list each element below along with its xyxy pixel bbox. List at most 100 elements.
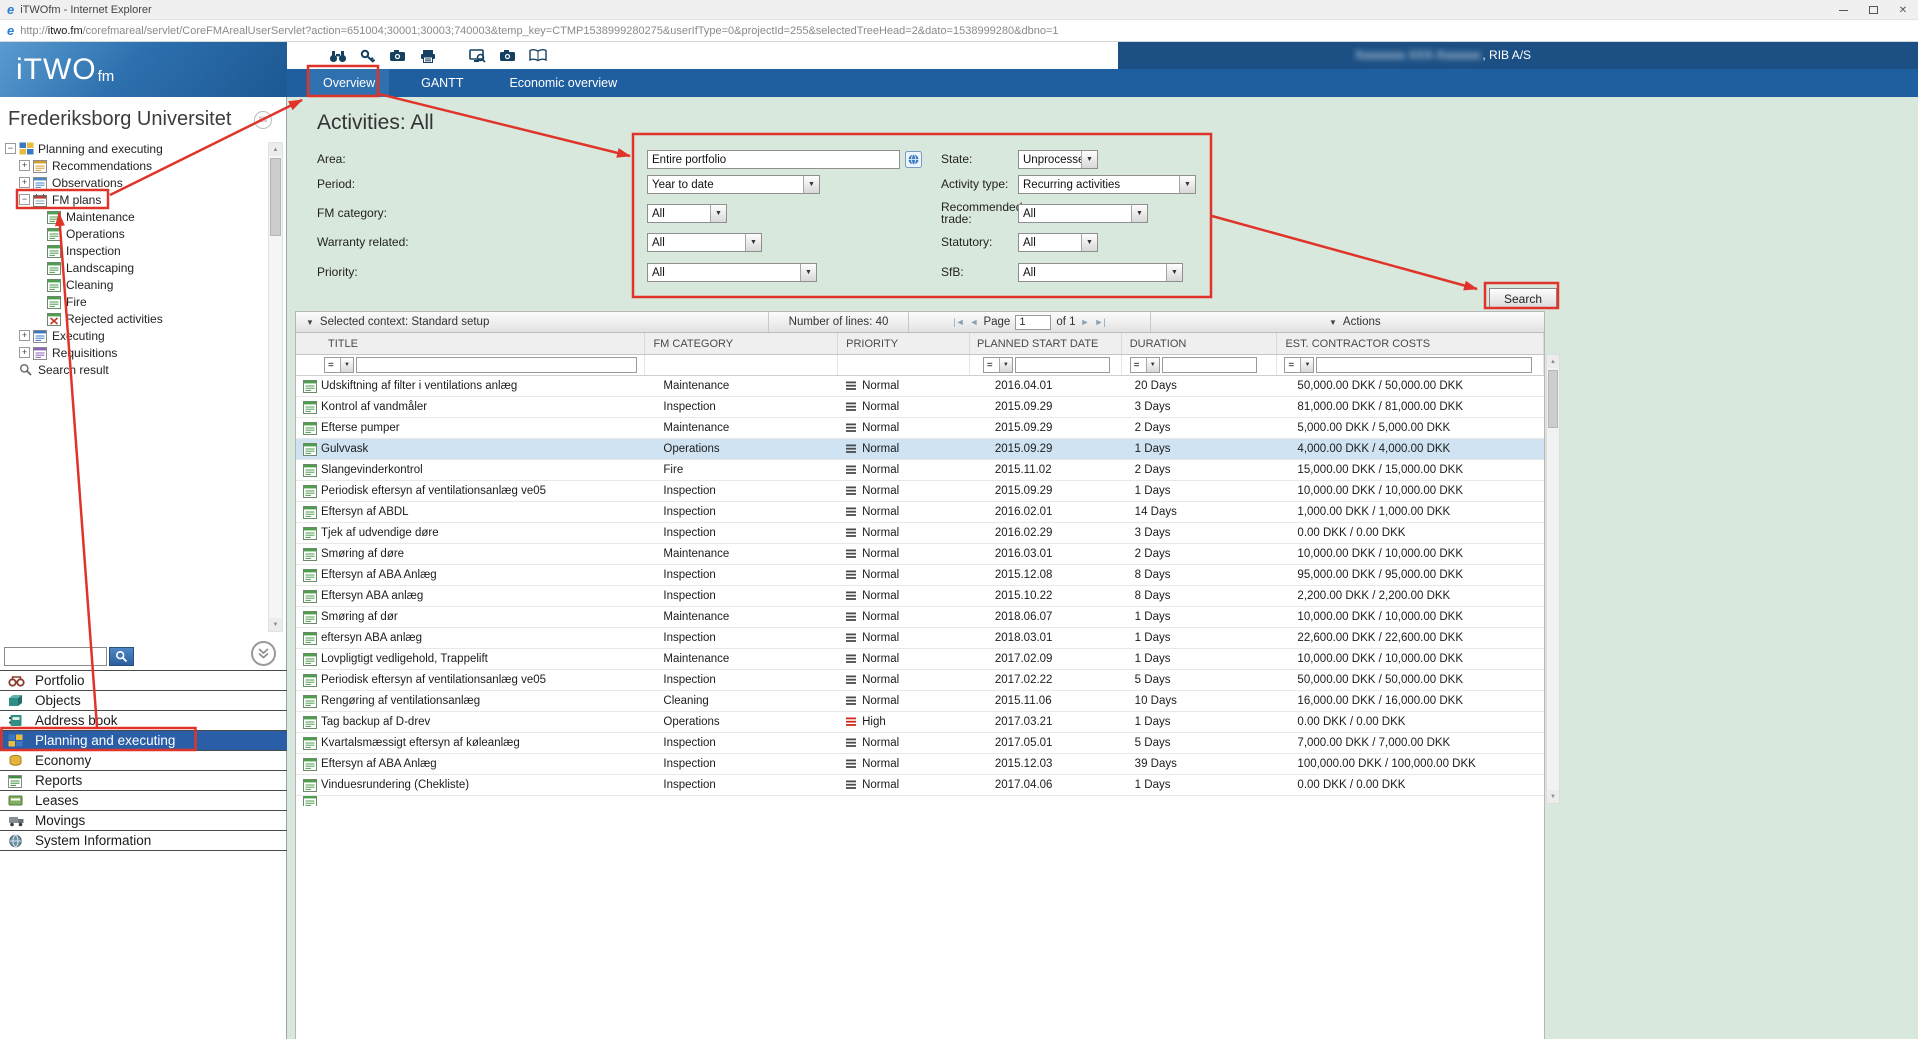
column-filter-input[interactable] [356,357,637,373]
actions-menu[interactable]: ▼ Actions [1284,312,1544,332]
menu-collapse-button[interactable] [251,641,276,666]
table-row[interactable]: Tag backup af D-drevOperationsHigh2017.0… [296,712,1544,733]
sidebar-search-input[interactable] [4,647,107,666]
filter-select-activity_type[interactable]: Recurring activities▼ [1018,175,1196,194]
column-header-est-contractor-costs[interactable]: EST. CONTRACTOR COSTS [1277,333,1544,354]
table-row[interactable]: Rengøring af ventilationsanlægCleaningNo… [296,691,1544,712]
envelope-icon[interactable]: ✉ [254,111,272,129]
column-header-planned-start-date[interactable]: PLANNED START DATE [970,333,1122,354]
tree-expander-minus-icon[interactable]: − [5,143,16,154]
first-page-icon[interactable]: |◄ [953,317,964,327]
tree-scrollbar[interactable]: ▲ ▼ [268,142,283,632]
table-scrollbar-thumb[interactable] [1548,370,1558,428]
filter-select-sfb[interactable]: All▼ [1018,263,1183,282]
tree-item-maintenance[interactable]: Maintenance [0,208,266,225]
scroll-up-icon[interactable]: ▲ [269,143,282,156]
selected-context-section[interactable]: ▼ Selected context: Standard setup [296,312,769,332]
address-bar[interactable]: e http://itwo.fm/corefmareal/servlet/Cor… [0,20,1918,42]
tree-expander-plus-icon[interactable]: + [19,160,30,171]
table-row[interactable]: Eftersyn ABA anlægInspectionNormal2015.1… [296,586,1544,607]
menu-item-portfolio[interactable]: Portfolio [0,671,287,691]
column-filter-input[interactable] [1316,357,1532,373]
tree-item-rejected-activities[interactable]: Rejected activities [0,310,266,327]
tree-item-inspection[interactable]: Inspection [0,242,266,259]
tree-item-search-result[interactable]: Search result [0,361,266,378]
table-row[interactable]: Periodisk eftersyn af ventilationsanlæg … [296,481,1544,502]
table-row[interactable]: Udskiftning af filter i ventilations anl… [296,376,1544,397]
table-row[interactable]: Eftersyn af ABDLInspectionNormal2016.02.… [296,502,1544,523]
binoculars-icon[interactable] [327,47,348,64]
menu-item-planning-and-executing[interactable]: Planning and executing [0,731,287,751]
table-row[interactable]: Smøring af døreMaintenanceNormal2016.03.… [296,544,1544,565]
camera-icon-2[interactable] [497,47,518,64]
table-scrollbar[interactable]: ▲ ▼ [1546,354,1560,804]
table-row[interactable]: Periodisk eftersyn af ventilationsanlæg … [296,670,1544,691]
tree-item-planning-and-executing[interactable]: −Planning and executing [0,140,266,157]
tree-item-cleaning[interactable]: Cleaning [0,276,266,293]
table-row[interactable]: Smøring af dørMaintenanceNormal2018.06.0… [296,607,1544,628]
tree-item-operations[interactable]: Operations [0,225,266,242]
column-header-fm-category[interactable]: FM CATEGORY [645,333,838,354]
table-row[interactable]: eftersyn ABA anlægInspectionNormal2018.0… [296,628,1544,649]
tree-expander-minus-icon[interactable]: − [19,194,30,205]
tree-expander-plus-icon[interactable]: + [19,177,30,188]
search-button[interactable]: Search [1489,288,1557,309]
book-icon[interactable] [527,47,548,64]
column-header-priority[interactable]: PRIORITY [838,333,970,354]
filter-operator-select[interactable]: =▼ [1284,357,1314,373]
filter-select-statutory[interactable]: All▼ [1018,233,1098,252]
scroll-down-icon[interactable]: ▼ [269,618,282,631]
camera-icon[interactable] [387,47,408,64]
close-button[interactable]: ✕ [1888,0,1918,20]
table-row[interactable]: Tjek af udvendige døreInspectionNormal20… [296,523,1544,544]
table-row[interactable]: SlangevinderkontrolFireNormal2015.11.022… [296,460,1544,481]
scroll-down-icon[interactable]: ▼ [1547,790,1559,803]
tree-item-requisitions[interactable]: +Requisitions [0,344,266,361]
menu-item-reports[interactable]: Reports [0,771,287,791]
tab-overview[interactable]: Overview [309,69,389,97]
table-row[interactable]: Vinduesrundering (Chekliste)InspectionNo… [296,775,1544,796]
tree-item-fire[interactable]: Fire [0,293,266,310]
tree-expander-plus-icon[interactable]: + [19,330,30,341]
filter-operator-select[interactable]: =▼ [324,357,354,373]
maximize-button[interactable] [1858,0,1888,20]
filter-operator-select[interactable]: =▼ [1130,357,1160,373]
page-input[interactable]: 1 [1015,315,1051,330]
column-filter-input[interactable] [1162,357,1257,373]
table-row[interactable]: Kontrol af vandmålerInspectionNormal2015… [296,397,1544,418]
tree-expander-plus-icon[interactable]: + [19,347,30,358]
table-row[interactable]: Eftersyn af ABA AnlægInspectionNormal201… [296,565,1544,586]
tree-item-landscaping[interactable]: Landscaping [0,259,266,276]
sidebar-search-button[interactable] [109,647,134,666]
filter-select-state[interactable]: Unprocessed▼ [1018,150,1098,169]
column-header-duration[interactable]: DURATION [1122,333,1278,354]
menu-item-objects[interactable]: Objects [0,691,287,711]
table-row[interactable]: Efterse pumperMaintenanceNormal2015.09.2… [296,418,1544,439]
table-row[interactable]: Lovpligtigt vedligehold, TrappeliftMaint… [296,649,1544,670]
table-row[interactable]: Kvartalsmæssigt eftersyn af køleanlægIns… [296,733,1544,754]
menu-item-leases[interactable]: Leases [0,791,287,811]
monitor-search-icon[interactable] [467,47,488,64]
prev-page-icon[interactable]: ◄ [970,317,979,327]
tree-scrollbar-thumb[interactable] [270,158,281,236]
minimize-button[interactable] [1828,0,1858,20]
scroll-up-icon[interactable]: ▲ [1547,355,1559,368]
filter-select-recommended_trade[interactable]: All▼ [1018,204,1148,223]
tree-item-observations[interactable]: +Observations [0,174,266,191]
menu-item-address-book[interactable]: Address book [0,711,287,731]
url-text[interactable]: http://itwo.fm/corefmareal/servlet/CoreF… [20,25,1058,37]
column-filter-input[interactable] [1015,357,1110,373]
printer-icon[interactable] [417,47,438,64]
tab-economic-overview[interactable]: Economic overview [495,69,631,97]
table-row[interactable]: GulvvaskOperationsNormal2015.09.291 Days… [296,439,1544,460]
table-row[interactable]: Eftersyn af ABA AnlægInspectionNormal201… [296,754,1544,775]
menu-item-movings[interactable]: Movings [0,811,287,831]
tree-item-recommendations[interactable]: +Recommendations [0,157,266,174]
next-page-icon[interactable]: ► [1081,317,1090,327]
column-header-title[interactable]: TITLE [296,333,645,354]
tree-item-fm-plans[interactable]: −FM plans [0,191,266,208]
menu-item-economy[interactable]: Economy [0,751,287,771]
tree-item-executing[interactable]: +Executing [0,327,266,344]
key-icon[interactable] [357,47,378,64]
last-page-icon[interactable]: ►| [1094,317,1105,327]
